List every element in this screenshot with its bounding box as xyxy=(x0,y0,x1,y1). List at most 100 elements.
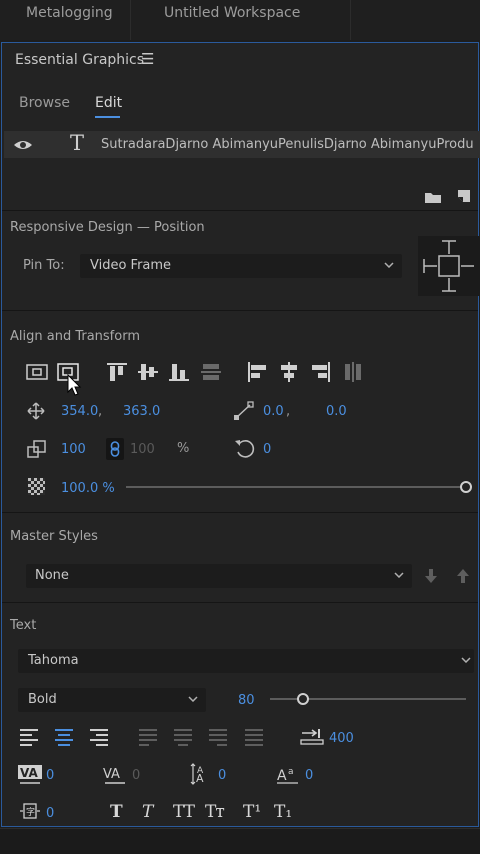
workspace-tab-untitled[interactable]: Untitled Workspace xyxy=(164,5,300,21)
pin-position-widget-icon[interactable] xyxy=(418,236,480,296)
status-bar xyxy=(0,828,480,854)
distribute-horizontal-icon[interactable] xyxy=(342,361,364,383)
tsume-value[interactable]: 0 xyxy=(46,806,54,821)
tsume-icon: 字 xyxy=(20,803,40,819)
justify-last-left-icon[interactable] xyxy=(138,728,158,746)
new-layer-icon[interactable] xyxy=(457,189,471,204)
svg-text:A: A xyxy=(197,766,204,776)
text-layer-icon: T xyxy=(70,131,85,155)
opacity-value[interactable]: 100.0 % xyxy=(61,481,115,496)
push-down-style-icon[interactable] xyxy=(424,568,438,584)
tab-width-icon xyxy=(300,729,324,745)
justify-last-right-icon[interactable] xyxy=(208,728,228,746)
constrain-proportions-toggle[interactable] xyxy=(106,438,124,460)
svg-text:a: a xyxy=(288,767,294,777)
svg-text:A: A xyxy=(277,768,287,784)
superscript-button[interactable]: T¹ xyxy=(243,802,261,822)
position-icon xyxy=(27,402,45,420)
font-size-value[interactable]: 80 xyxy=(238,693,255,708)
align-transform-heading: Align and Transform xyxy=(10,329,140,344)
responsive-design-heading: Responsive Design — Position xyxy=(10,220,205,235)
master-styles-dropdown[interactable]: None xyxy=(26,564,412,588)
svg-text:字: 字 xyxy=(26,806,35,818)
baseline-shift-value[interactable]: 0 xyxy=(305,768,313,783)
tracking-value: 0 xyxy=(132,768,141,783)
font-style-value: Bold xyxy=(28,692,57,707)
font-dropdown[interactable]: Tahoma xyxy=(18,649,474,673)
align-vertical-center-icon[interactable] xyxy=(137,361,159,383)
all-caps-button[interactable]: TT xyxy=(173,802,195,822)
anchor-x-value[interactable]: 0.0 xyxy=(263,404,284,419)
push-up-style-icon[interactable] xyxy=(456,568,470,584)
divider xyxy=(2,210,478,211)
position-separator: , xyxy=(98,404,103,419)
subscript-button[interactable]: T₁ xyxy=(274,802,292,822)
mouse-cursor-icon xyxy=(67,374,82,396)
pin-to-dropdown[interactable]: Video Frame xyxy=(80,254,402,278)
layer-name: SutradaraDjarno AbimanyuPenulisDjarno Ab… xyxy=(101,137,473,152)
distribute-vertical-icon[interactable] xyxy=(200,361,222,383)
align-right-icon[interactable] xyxy=(310,361,332,383)
divider xyxy=(2,602,478,603)
svg-text:VA: VA xyxy=(103,767,120,782)
divider xyxy=(2,512,478,513)
tab-width-value[interactable]: 400 xyxy=(329,731,354,746)
align-horizontal-center-icon[interactable] xyxy=(278,361,300,383)
align-text-left-icon[interactable] xyxy=(19,728,39,746)
align-text-right-icon[interactable] xyxy=(89,728,109,746)
align-to-frame-icon[interactable] xyxy=(25,362,49,382)
faux-italic-button[interactable]: T xyxy=(142,802,153,822)
opacity-slider-track[interactable] xyxy=(126,486,466,488)
panel-title: Essential Graphics xyxy=(15,52,145,68)
scale-value[interactable]: 100 xyxy=(61,442,86,457)
anchor-point-icon xyxy=(234,401,254,420)
link-icon xyxy=(110,441,120,457)
tab-browse[interactable]: Browse xyxy=(19,95,70,111)
pin-to-label: Pin To: xyxy=(23,258,65,273)
panel-menu-icon[interactable]: ☰ xyxy=(141,50,154,68)
align-text-center-icon[interactable] xyxy=(54,728,74,746)
leading-icon: A A xyxy=(190,763,204,785)
tab-edit-underline xyxy=(95,116,120,118)
small-caps-button[interactable]: Tт xyxy=(205,802,225,822)
workspace-bar: Metalogging Untitled Workspace xyxy=(0,0,480,40)
chevron-down-icon xyxy=(188,696,198,702)
chevron-down-icon xyxy=(384,262,394,268)
kerning-icon: VA xyxy=(18,765,42,784)
pin-to-value: Video Frame xyxy=(90,258,172,273)
svg-text:VA: VA xyxy=(20,766,38,780)
align-left-icon[interactable] xyxy=(246,361,268,383)
font-value: Tahoma xyxy=(28,653,79,668)
eye-icon[interactable] xyxy=(13,138,33,152)
rotation-icon xyxy=(235,440,255,458)
anchor-y-value[interactable]: 0.0 xyxy=(326,404,347,419)
align-bottom-icon[interactable] xyxy=(168,361,190,383)
master-styles-value: None xyxy=(35,568,69,583)
leading-value[interactable]: 0 xyxy=(218,768,226,783)
baseline-shift-icon: A a xyxy=(277,767,298,784)
scale-unit: % xyxy=(177,441,190,456)
rotation-value[interactable]: 0 xyxy=(263,442,271,457)
opacity-slider-knob[interactable] xyxy=(460,481,472,493)
position-x-value[interactable]: 354.0 xyxy=(61,404,98,419)
text-heading: Text xyxy=(10,618,37,633)
tracking-icon: VA xyxy=(103,767,125,784)
font-style-dropdown[interactable]: Bold xyxy=(18,688,206,712)
justify-last-center-icon[interactable] xyxy=(173,728,193,746)
justify-all-icon[interactable] xyxy=(244,728,264,746)
opacity-icon xyxy=(28,478,45,495)
chevron-down-icon xyxy=(461,657,471,663)
faux-bold-button[interactable]: T xyxy=(110,802,123,822)
master-styles-heading: Master Styles xyxy=(10,529,98,544)
workspace-tab-metalogging[interactable]: Metalogging xyxy=(26,5,113,21)
divider xyxy=(2,310,478,311)
anchor-separator: , xyxy=(286,404,291,419)
kerning-value[interactable]: 0 xyxy=(46,768,54,783)
align-top-icon[interactable] xyxy=(106,361,128,383)
folder-icon[interactable] xyxy=(424,190,442,204)
tab-edit[interactable]: Edit xyxy=(95,95,122,111)
scale-icon xyxy=(27,440,46,458)
position-y-value[interactable]: 363.0 xyxy=(123,404,160,419)
scale-height-value: 100 xyxy=(130,442,155,457)
chevron-down-icon xyxy=(394,572,404,578)
